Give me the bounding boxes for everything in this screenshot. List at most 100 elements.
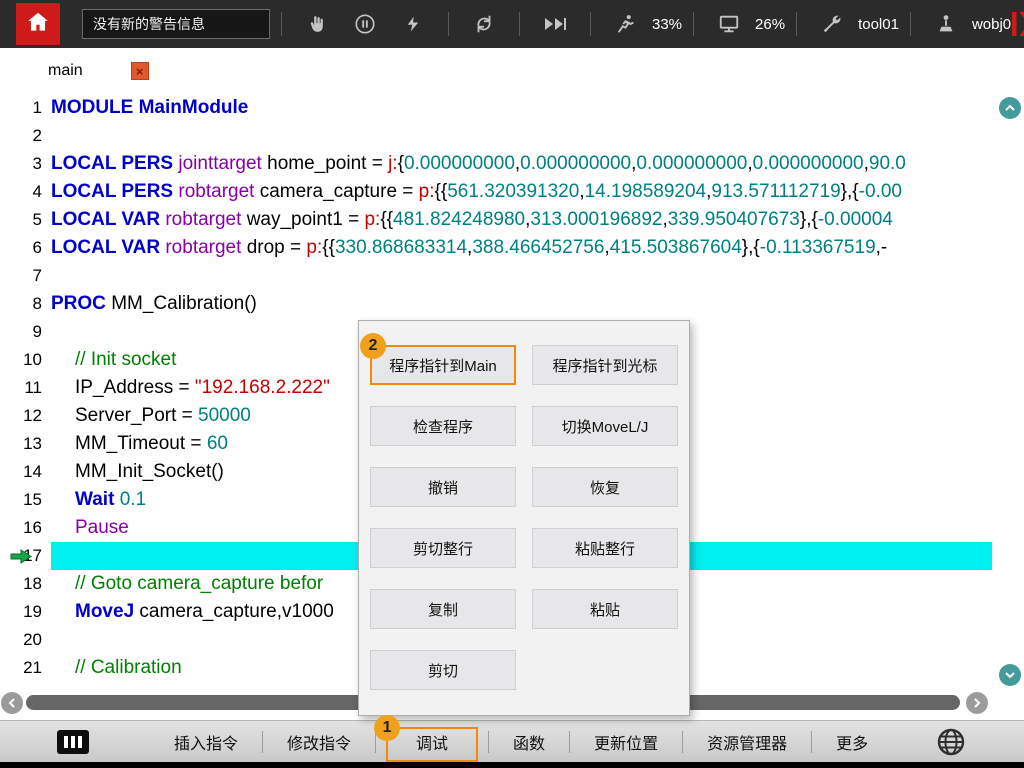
program-pointer-icon: [10, 549, 32, 564]
separator: [796, 12, 797, 36]
update-position-menu[interactable]: 更新位置: [570, 730, 682, 754]
keyboard-panel-icon[interactable]: [56, 727, 90, 757]
bottom-taskbar: 插入指令 修改指令 1 调试 函数 更新位置 资源管理器 更多: [0, 720, 1024, 762]
home-icon: [25, 9, 51, 40]
line-number: 13: [0, 434, 51, 454]
top-status-bar: 没有新的警告信息 33% 26% tool01 wobj0: [0, 0, 1024, 48]
line-number: 12: [0, 406, 51, 426]
debug-popup-grid: 程序指针到Main 程序指针到光标 检查程序 切换MoveL/J 撤销 恢复 剪…: [359, 321, 689, 714]
scroll-down-button[interactable]: [999, 664, 1021, 686]
scroll-up-button[interactable]: [999, 97, 1021, 119]
line-number: 1: [0, 98, 51, 118]
code-line-1[interactable]: 1MODULE MainModule: [0, 94, 992, 122]
main-menu-button[interactable]: [16, 3, 60, 45]
scroll-right-button[interactable]: [966, 692, 988, 714]
line-number: 4: [0, 182, 51, 202]
tool-wrench-icon[interactable]: [819, 12, 845, 36]
code-text: MODULE MainModule: [51, 94, 992, 122]
insert-instruction-menu[interactable]: 插入指令: [150, 730, 262, 754]
separator: [448, 12, 449, 36]
tab-bar: main ×: [0, 48, 1024, 94]
scroll-left-button[interactable]: [1, 692, 23, 714]
undo-button[interactable]: 撤销: [370, 467, 516, 507]
joystick-icon[interactable]: [933, 12, 959, 36]
code-text: [51, 262, 992, 290]
separator: [693, 12, 694, 36]
language-globe-icon[interactable]: [936, 727, 966, 757]
code-line-2[interactable]: 2: [0, 122, 992, 150]
function-menu[interactable]: 函数: [489, 730, 569, 754]
line-number: 5: [0, 210, 51, 230]
flexpendant-screen: 没有新的警告信息 33% 26% tool01 wobj0 main × 1MO…: [0, 0, 1024, 768]
code-line-8[interactable]: 8PROC MM_Calibration(): [0, 290, 992, 318]
copy-button[interactable]: 复制: [370, 589, 516, 629]
code-text: LOCAL PERS robtarget camera_capture = p:…: [51, 178, 992, 206]
tab-label: main: [48, 62, 83, 80]
code-text: [51, 122, 992, 150]
line-number: 7: [0, 266, 51, 286]
check-program-button[interactable]: 检查程序: [370, 406, 516, 446]
code-text: LOCAL PERS jointtarget home_point = j:{0…: [51, 150, 992, 178]
code-text: LOCAL VAR robtarget drop = p:{{330.86868…: [51, 234, 992, 262]
separator: [519, 12, 520, 36]
close-icon: ×: [136, 65, 144, 78]
code-line-4[interactable]: 4LOCAL PERS robtarget camera_capture = p…: [0, 178, 992, 206]
cut-button[interactable]: 剪切: [370, 650, 516, 690]
line-number: 21: [0, 658, 51, 678]
bottom-edge: [0, 762, 1024, 768]
modify-instruction-menu[interactable]: 修改指令: [263, 730, 375, 754]
separator: [281, 12, 282, 36]
line-number: 6: [0, 238, 51, 258]
line-number: 11: [0, 378, 51, 398]
line-number: 3: [0, 154, 51, 174]
notification-message[interactable]: 没有新的警告信息: [82, 9, 270, 39]
taskbar-menu: 插入指令 修改指令 1 调试 函数 更新位置 资源管理器 更多: [150, 730, 892, 754]
line-number: 16: [0, 518, 51, 538]
redo-button[interactable]: 恢复: [532, 467, 678, 507]
code-text: PROC MM_Calibration(): [51, 290, 992, 318]
pointer-to-main-button[interactable]: 程序指针到Main: [370, 345, 516, 385]
debug-menu-wrapper: 1 调试: [386, 730, 478, 754]
line-number: 9: [0, 322, 51, 342]
code-line-7[interactable]: 7: [0, 262, 992, 290]
line-number: 14: [0, 462, 51, 482]
step-badge-2: 2: [360, 333, 386, 359]
brand-logo: [1011, 9, 1024, 39]
line-number: 18: [0, 574, 51, 594]
speed-runner-icon[interactable]: [613, 12, 639, 36]
tool-value: tool01: [858, 16, 899, 33]
separator: [910, 12, 911, 36]
line-number: 20: [0, 630, 51, 650]
resource-manager-menu[interactable]: 资源管理器: [683, 730, 811, 754]
paste-row-button[interactable]: 粘贴整行: [532, 528, 678, 568]
code-line-6[interactable]: 6LOCAL VAR robtarget drop = p:{{330.8686…: [0, 234, 992, 262]
line-number: 2: [0, 126, 51, 146]
debug-menu[interactable]: 调试: [386, 727, 478, 762]
pointer-to-cursor-button[interactable]: 程序指针到光标: [532, 345, 678, 385]
code-line-5[interactable]: 5LOCAL VAR robtarget way_point1 = p:{{48…: [0, 206, 992, 234]
motor-power-icon[interactable]: [400, 12, 426, 36]
toggle-move-lj-button[interactable]: 切换MoveL/J: [532, 406, 678, 446]
debug-popup-menu: 2 程序指针到Main 程序指针到光标 检查程序 切换MoveL/J 撤销 恢复…: [358, 320, 690, 716]
paste-button[interactable]: 粘贴: [532, 589, 678, 629]
cut-row-button[interactable]: 剪切整行: [370, 528, 516, 568]
step-badge-1: 1: [374, 715, 400, 741]
more-menu[interactable]: 更多: [812, 730, 892, 754]
code-text: LOCAL VAR robtarget way_point1 = p:{{481…: [51, 206, 992, 234]
speed-value: 33%: [652, 16, 682, 33]
monitor-icon[interactable]: [716, 12, 742, 36]
separator: [590, 12, 591, 36]
line-number: 8: [0, 294, 51, 314]
step-forward-icon[interactable]: [542, 12, 568, 36]
tab-close-button[interactable]: ×: [131, 62, 149, 80]
hand-guide-icon[interactable]: [304, 12, 330, 36]
workobject-value: wobj0: [972, 16, 1011, 33]
tab-main[interactable]: main ×: [48, 62, 149, 80]
line-number: 10: [0, 350, 51, 370]
run-mode-loop-icon[interactable]: [471, 12, 497, 36]
screen-value: 26%: [755, 16, 785, 33]
pause-icon[interactable]: [352, 12, 378, 36]
line-number: 19: [0, 602, 51, 622]
line-number: 15: [0, 490, 51, 510]
code-line-3[interactable]: 3LOCAL PERS jointtarget home_point = j:{…: [0, 150, 992, 178]
